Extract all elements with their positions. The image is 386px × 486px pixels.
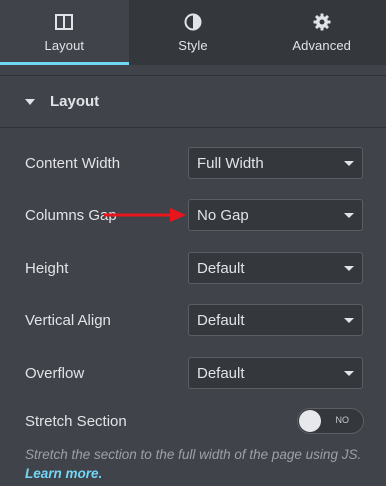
section-title: Layout: [50, 93, 100, 110]
columns-gap-label: Columns Gap: [25, 206, 117, 224]
switch-knob: [299, 410, 321, 432]
columns-gap-value: No Gap: [197, 206, 249, 224]
learn-more-link[interactable]: Learn more.: [25, 466, 102, 481]
tab-layout-label: Layout: [44, 38, 85, 53]
height-select[interactable]: Default: [188, 252, 363, 284]
content-width-label: Content Width: [25, 154, 121, 172]
chevron-down-icon: [344, 371, 354, 376]
overflow-select[interactable]: Default: [188, 357, 363, 389]
content-width-select[interactable]: Full Width: [188, 147, 363, 179]
overflow-value: Default: [197, 364, 245, 382]
control-content-width: Content Width Full Width: [0, 143, 386, 183]
overflow-label: Overflow: [25, 364, 85, 382]
chevron-down-icon: [344, 161, 354, 166]
height-label: Height: [25, 259, 69, 277]
half-circle-icon: [184, 12, 202, 32]
chevron-down-icon: [344, 318, 354, 323]
control-overflow: Overflow Default: [0, 353, 386, 393]
columns-gap-select[interactable]: No Gap: [188, 199, 363, 231]
description-text: Stretch the section to the full width of…: [25, 447, 362, 462]
vertical-align-value: Default: [197, 311, 245, 329]
gear-icon: [313, 12, 331, 32]
height-value: Default: [197, 259, 245, 277]
caret-down-icon: [25, 98, 35, 105]
control-height: Height Default: [0, 248, 386, 288]
chevron-down-icon: [344, 213, 354, 218]
control-columns-gap: Columns Gap No Gap: [0, 195, 386, 235]
columns-icon: [55, 12, 74, 32]
tab-style[interactable]: Style: [129, 0, 258, 65]
tab-advanced-label: Advanced: [292, 38, 351, 53]
tab-layout[interactable]: Layout: [0, 0, 129, 65]
switch-state-text: NO: [335, 415, 350, 425]
tab-advanced[interactable]: Advanced: [257, 0, 386, 65]
stretch-section-description: Stretch the section to the full width of…: [25, 445, 365, 483]
annotation-arrow-icon: [104, 208, 186, 222]
stretch-section-label: Stretch Section: [25, 412, 127, 430]
panel-tabs: Layout Style Advanced: [0, 0, 386, 65]
vertical-align-label: Vertical Align: [25, 311, 111, 329]
content-width-value: Full Width: [197, 154, 264, 172]
tab-panel-gap: [0, 65, 386, 75]
tab-style-label: Style: [178, 38, 208, 53]
vertical-align-select[interactable]: Default: [188, 304, 363, 336]
control-vertical-align: Vertical Align Default: [0, 300, 386, 340]
section-header-layout[interactable]: Layout: [0, 75, 386, 128]
chevron-down-icon: [344, 266, 354, 271]
stretch-section-switch[interactable]: NO: [297, 408, 364, 434]
